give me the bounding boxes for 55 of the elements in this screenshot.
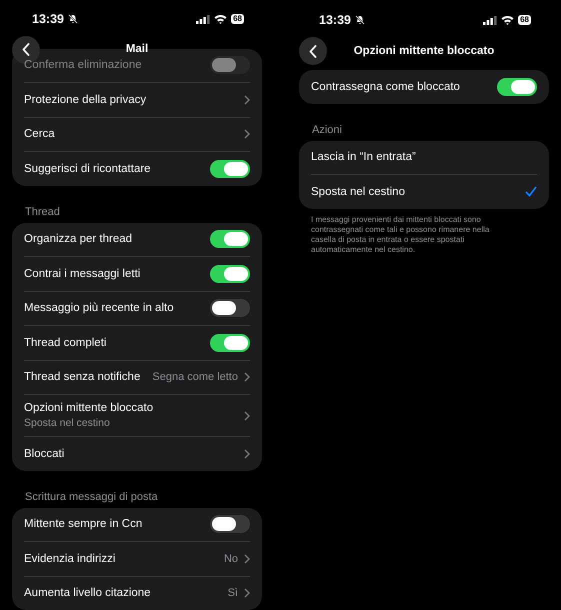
setting-label[interactable]: Conferma eliminazione [24,59,204,72]
battery-level: 68 [231,14,244,24]
setting-value: No [224,552,238,565]
wifi-icon [214,14,228,24]
section-footer: I messaggi provenienti dai mittenti bloccati sono contrassegnati come tali e possono rimanere nella casella di posta in entrata o essere spostati automaticamente nel cestino. [299,208,549,254]
screen-title: Opzioni mittente bloccato [354,45,494,57]
toggle-switch[interactable] [210,264,250,283]
chevron-icon [244,554,250,564]
setting-label[interactable]: Lascia in “In entrata” [311,151,537,164]
setting-label[interactable]: Suggerisci di ricontattare [24,162,204,175]
setting-label[interactable]: Bloccati [24,448,238,460]
setting-label[interactable]: Sposta nel cestino [311,186,519,198]
chevron-icon [244,588,250,598]
toggle-switch[interactable] [210,334,250,352]
chevron-icon [244,94,250,105]
setting-value: Segna come letto [152,371,238,384]
setting-subtitle: Sposta nel cestino [24,417,111,429]
setting-value: Sì [228,587,238,600]
toggle-switch[interactable] [210,515,250,534]
setting-label[interactable]: Protezione della privacy [24,94,238,106]
back-button[interactable] [299,37,327,65]
setting-label[interactable]: Messaggio più recente in alto [24,302,204,314]
setting-label[interactable]: Contrai i messaggi letti [24,268,204,280]
status-time: 13:39 [319,13,351,27]
toggle-switch[interactable] [210,299,250,318]
setting-label[interactable]: Contrassegna come bloccato [311,80,491,93]
wifi-icon [501,15,514,25]
chevron-icon [244,448,250,459]
section-header: Thread [24,204,61,220]
section-header: Azioni [311,122,343,138]
toggle-switch[interactable] [210,56,250,74]
battery-level: 68 [518,15,531,25]
toggle-switch[interactable] [210,160,250,178]
toggle-switch[interactable] [210,230,250,248]
setting-label[interactable]: Thread completi [24,336,204,349]
signal-icon [196,14,210,24]
setting-label[interactable]: Aumenta livello citazione [24,587,222,600]
bell-slash-icon [68,14,78,24]
setting-label[interactable]: Mittente sempre in Ccn [24,518,204,530]
setting-label[interactable]: Organizza per thread [24,233,204,246]
toggle-switch[interactable] [497,78,537,96]
chevron-icon [244,372,250,382]
setting-label[interactable]: Thread senza notifiche [24,371,146,384]
chevron-icon [244,410,250,420]
status-time: 13:39 [32,12,64,26]
bell-slash-icon [354,15,365,25]
setting-label[interactable]: Evidenzia indirizzi [24,552,218,565]
back-chevron-icon [309,44,317,58]
setting-label[interactable]: Cerca [24,128,238,140]
section-header: Scrittura messaggi di posta [24,490,159,504]
signal-icon [483,16,498,24]
back-chevron-icon [22,43,30,56]
setting-label[interactable]: Opzioni mittente bloccato [24,402,238,414]
chevron-icon [244,129,250,140]
screen-title: Mail [126,43,148,56]
